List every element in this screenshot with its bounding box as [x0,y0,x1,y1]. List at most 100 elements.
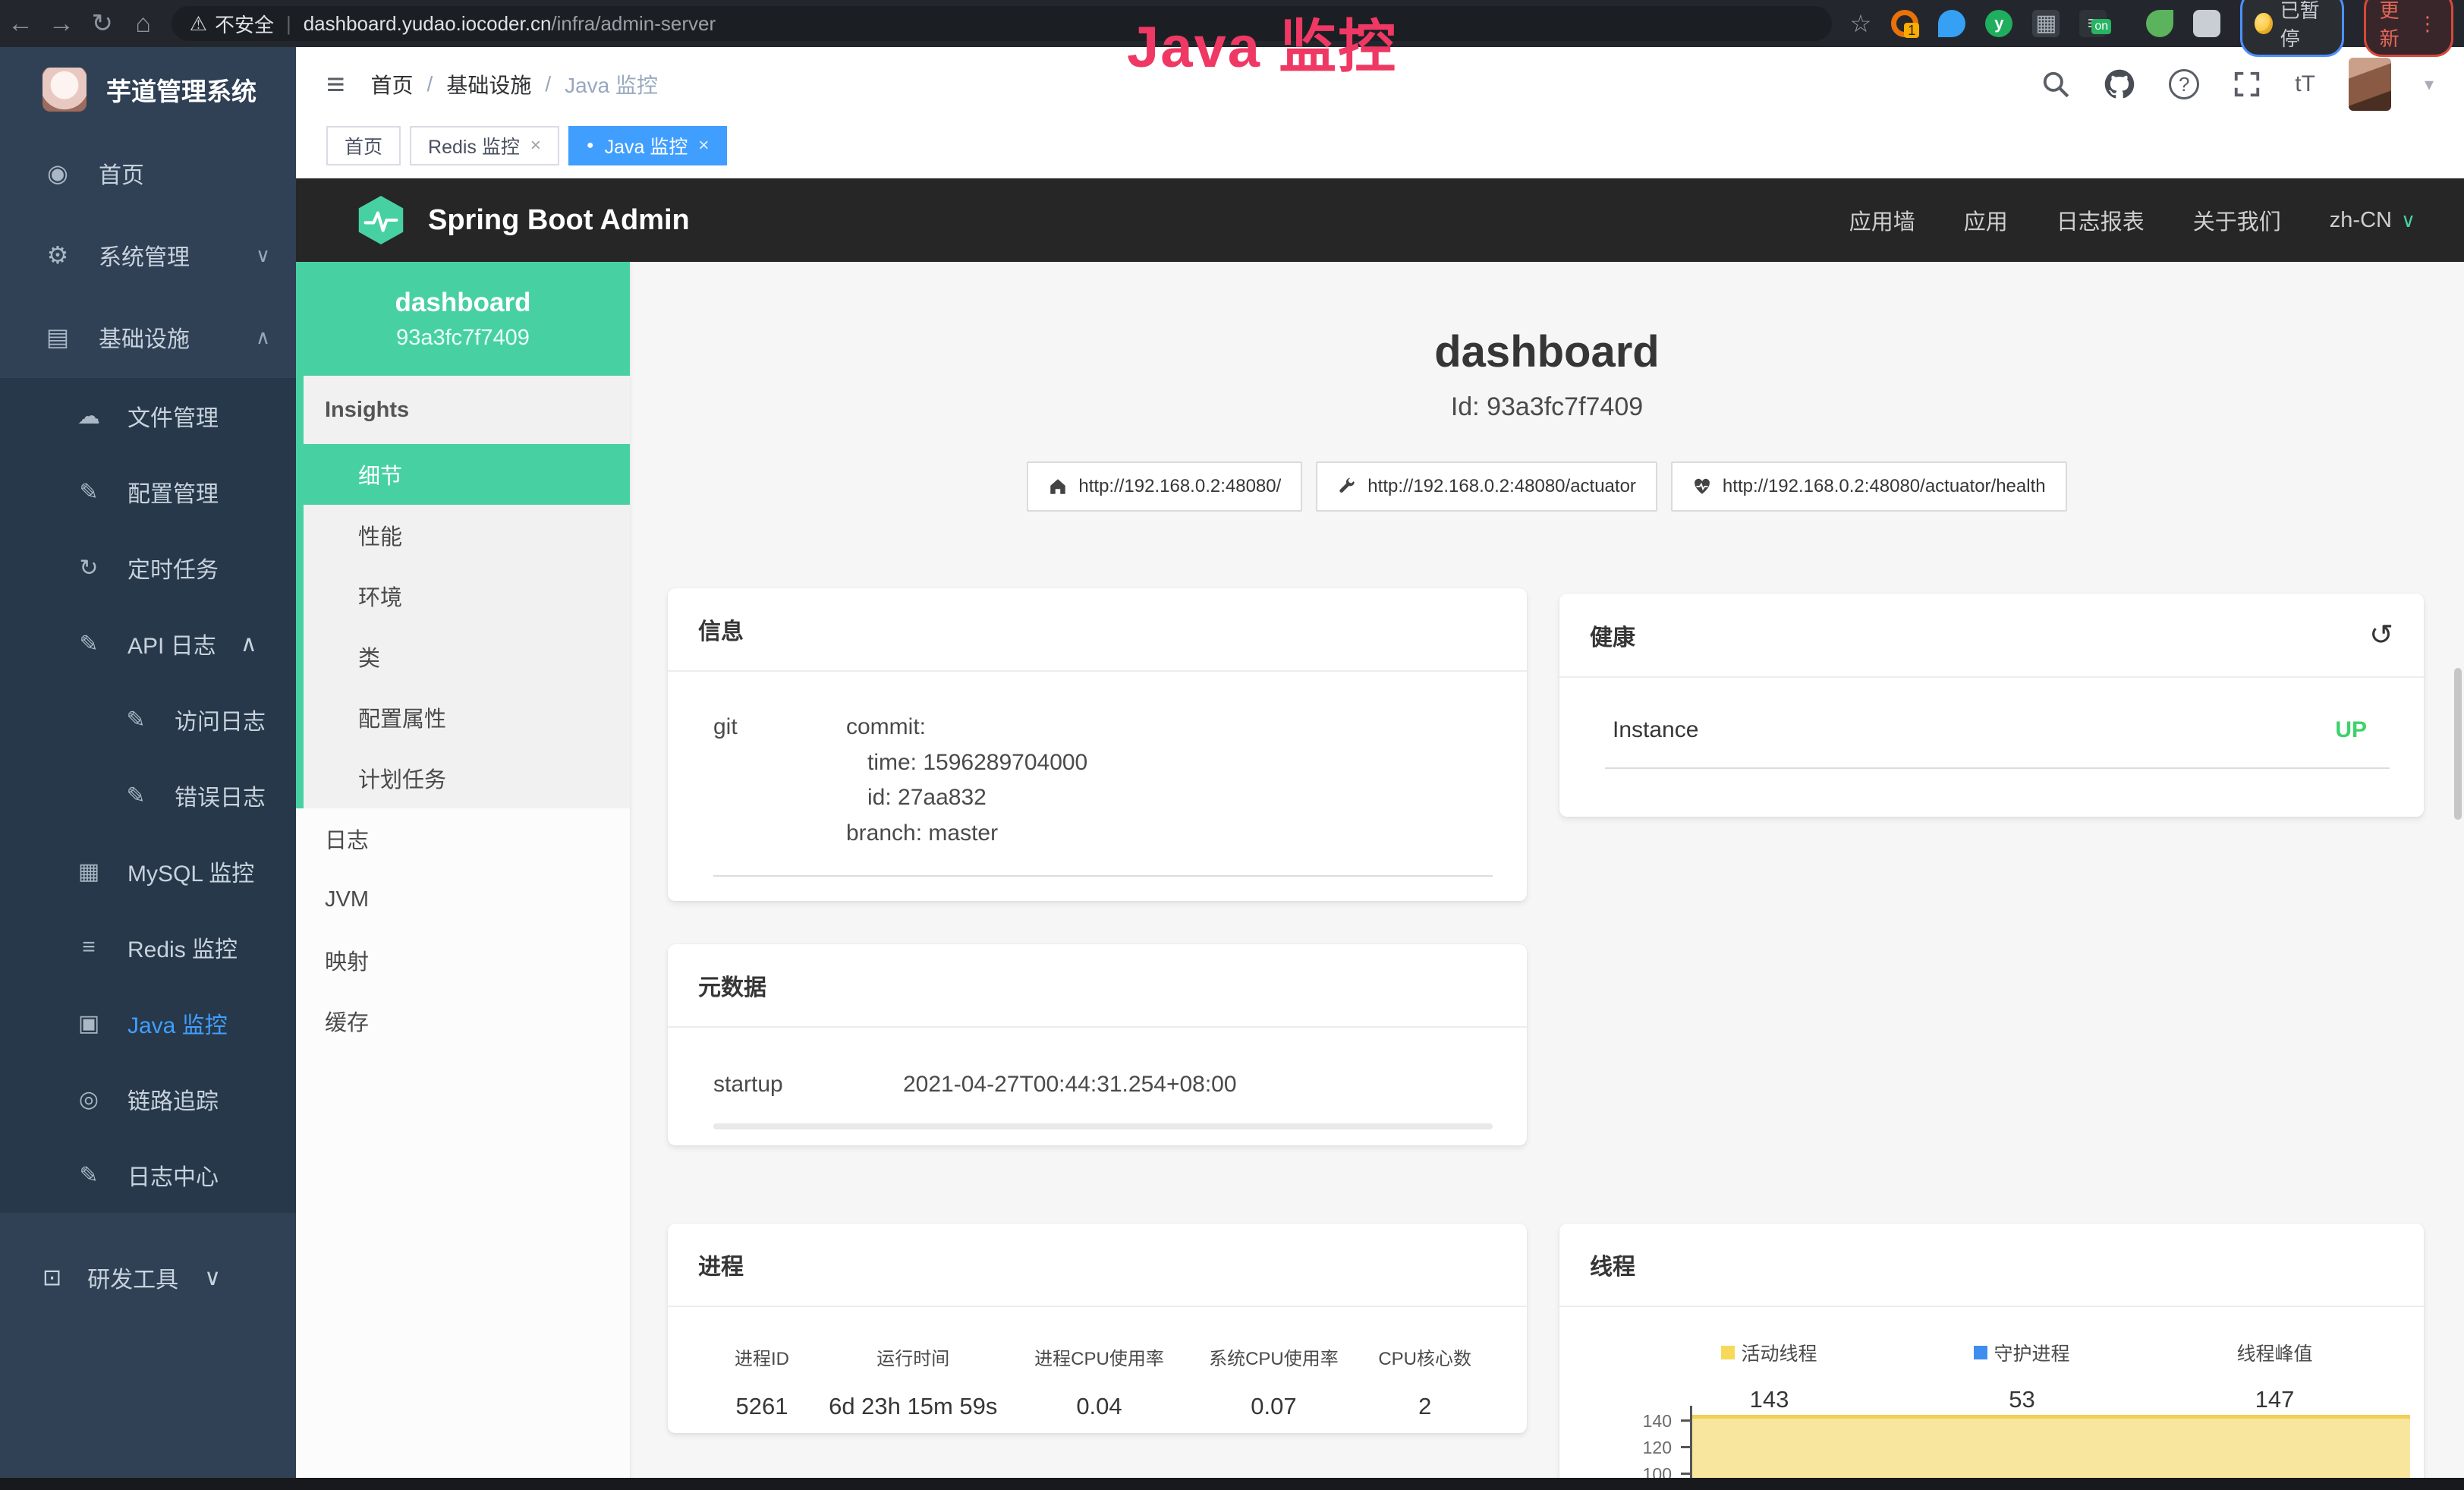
status-badge: UP [2335,717,2367,743]
not-secure-label[interactable]: 不安全 [215,10,274,38]
gear-icon: ⚙ [42,241,73,269]
dashboard-gauge-icon: ◉ [42,159,73,187]
legend-label: 活动线程 [1741,1339,1817,1366]
browser-reload-icon[interactable]: ↻ [82,8,123,39]
sidebar-item-config-mgmt[interactable]: ✎ 配置管理 [0,454,296,530]
card-title: 进程 [698,1248,744,1281]
update-browser-button[interactable]: 更新 ⋮ [2364,0,2453,57]
breadcrumb-home[interactable]: 首页 [371,69,414,99]
sidebar-item-tracing[interactable]: ◎ 链路追踪 [0,1061,296,1137]
history-icon[interactable]: ↺ [2369,618,2393,652]
extension-grid-icon[interactable]: ▦ [2032,10,2060,37]
sba-item-caches[interactable]: 缓存 [296,991,630,1051]
sidebar-item-java-monitor[interactable]: ▣ Java 监控 [0,985,296,1061]
sba-item-classes[interactable]: 类 [304,626,630,687]
browser-back-icon[interactable]: ← [0,9,41,39]
process-uptime: 6d 23h 15m 59s [814,1393,1012,1420]
sidebar-item-home[interactable]: ◉ 首页 [0,132,296,214]
app-logo-row[interactable]: 芋道管理系统 [0,47,296,132]
extension-orange-icon[interactable]: 1 [1891,10,1918,37]
instance-links: http://192.168.0.2:48080/ http://192.168… [630,461,2464,512]
tab-redis-monitor[interactable]: Redis 监控 × [410,126,559,165]
extension-badge: 1 [1904,23,1919,38]
extension-pin-icon[interactable] [1938,10,1965,37]
metadata-key: startup [713,1072,903,1098]
extension-green-icon[interactable]: y [1985,10,2012,37]
omnibox-divider: | [286,12,291,36]
sidebar-item-redis-monitor[interactable]: ≡ Redis 监控 [0,909,296,985]
sba-item-details[interactable]: 细节 [304,444,630,505]
close-icon[interactable]: × [530,135,541,156]
breadcrumb-separator: / [545,72,551,96]
column-header: 进程ID [710,1344,814,1370]
not-secure-warning-icon: ⚠ [190,12,207,36]
sidebar-item-label: 配置管理 [127,475,219,509]
briefcase-icon: ⊡ [42,1265,61,1291]
profile-paused-chip[interactable]: 已暂停 [2240,0,2343,57]
sidebar-item-error-logs[interactable]: ✎ 错误日志 [0,758,296,833]
tab-home[interactable]: 首页 [326,126,401,165]
legend-daemon-threads: 守护进程 [1896,1339,2148,1366]
sba-item-environment[interactable]: 环境 [304,565,630,626]
sidebar-item-label: Redis 监控 [127,931,238,964]
instance-header[interactable]: dashboard 93a3fc7f7409 [296,262,630,376]
insights-group: Insights 细节 性能 环境 类 配置属性 计划任务 [296,376,630,808]
user-avatar[interactable] [2349,58,2391,111]
sba-brand-title[interactable]: Spring Boot Admin [428,204,690,237]
fullscreen-icon[interactable] [2233,70,2261,99]
sidebar-item-scheduled-jobs[interactable]: ↻ 定时任务 [0,530,296,606]
address-bar[interactable]: ⚠ 不安全 | dashboard.yudao.iocoder.cn /infr… [172,6,1832,41]
avatar-caret-icon[interactable]: ▾ [2425,74,2434,96]
insights-section-label: Insights [304,376,630,444]
y-axis-tick: 140 [1559,1411,1672,1432]
service-url-button[interactable]: http://192.168.0.2:48080/ [1027,461,1302,512]
sidebar-item-dev-tools[interactable]: ⊡ 研发工具 ∨ [0,1213,296,1327]
health-instance-row[interactable]: Instance UP [1559,678,2424,743]
browser-home-icon[interactable]: ⌂ [123,9,164,39]
active-dot-icon: ● [587,139,594,153]
infrastructure-submenu: ☁ 文件管理 ✎ 配置管理 ↻ 定时任务 ✎ API 日志 ∧ ✎ 访问日志 ✎… [0,378,296,1213]
browser-forward-icon[interactable]: → [41,9,82,39]
extensions-puzzle-icon[interactable] [2193,10,2220,37]
sidebar-item-api-logs[interactable]: ✎ API 日志 ∧ [0,606,296,682]
health-url: http://192.168.0.2:48080/actuator/health [1723,476,2046,497]
sidebar-item-access-logs[interactable]: ✎ 访问日志 [0,682,296,758]
url-host: dashboard.yudao.iocoder.cn [304,12,552,36]
sidebar-item-log-center[interactable]: ✎ 日志中心 [0,1137,296,1213]
bookmark-star-icon[interactable]: ☆ [1850,9,1872,38]
sba-item-scheduled-tasks[interactable]: 计划任务 [304,748,630,808]
sba-item-metrics[interactable]: 性能 [304,505,630,565]
sba-nav-wallboard[interactable]: 应用墙 [1849,204,1915,236]
sba-nav-journal[interactable]: 日志报表 [2056,204,2145,236]
tab-label: 首页 [345,132,382,159]
sidebar-item-mysql-monitor[interactable]: ▦ MySQL 监控 [0,833,296,909]
close-icon[interactable]: × [698,135,709,156]
sba-item-config-props[interactable]: 配置属性 [304,687,630,748]
github-icon[interactable] [2104,68,2135,100]
help-icon[interactable]: ? [2169,69,2199,99]
sba-item-jvm[interactable]: JVM [296,869,630,930]
sba-nav-about[interactable]: 关于我们 [2193,204,2281,236]
extension-leaf-icon[interactable] [2146,10,2173,37]
breadcrumb-infra[interactable]: 基础设施 [446,69,531,99]
scrollbar-thumb[interactable] [2454,668,2462,820]
font-size-icon[interactable]: tT [2295,71,2315,97]
actuator-url-button[interactable]: http://192.168.0.2:48080/actuator [1316,461,1657,512]
health-url-button[interactable]: http://192.168.0.2:48080/actuator/health [1671,461,2067,512]
sidebar-item-label: 系统管理 [99,238,230,272]
info-key: git [713,710,846,851]
tab-java-monitor[interactable]: ● Java 监控 × [568,126,727,165]
sidebar-item-file-mgmt[interactable]: ☁ 文件管理 [0,378,296,454]
browser-menu-icon[interactable]: ⋮ [2418,12,2437,36]
sidebar-item-system-mgmt[interactable]: ⚙ 系统管理 ∨ [0,214,296,296]
collapse-sidebar-icon[interactable]: ≡ [326,66,345,102]
sba-item-logs[interactable]: 日志 [296,808,630,869]
column-header: 运行时间 [814,1344,1012,1370]
sba-nav-applications[interactable]: 应用 [1964,204,2008,236]
profile-paused-label: 已暂停 [2280,0,2330,52]
sidebar-item-infrastructure[interactable]: ▤ 基础设施 ∧ [0,296,296,378]
axis-tick-mark [1681,1446,1690,1448]
sba-item-mappings[interactable]: 映射 [296,930,630,991]
search-icon[interactable] [2041,70,2070,99]
language-select[interactable]: zh-CN ∨ [2330,208,2415,233]
